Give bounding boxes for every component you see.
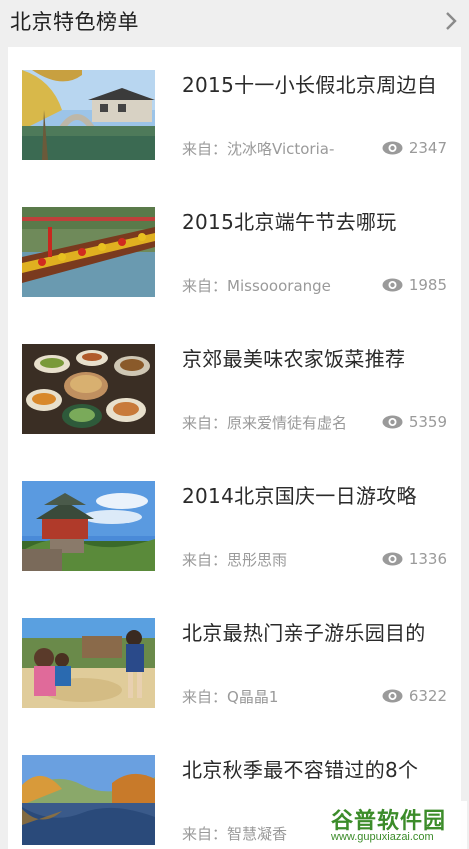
eye-icon [382,552,403,566]
author-name: Missooorange [227,277,331,295]
thumbnail-image [22,207,155,297]
item-source: 来自：Missooorange [182,277,331,295]
item-title: 2015十一小长假北京周边自 [182,73,438,97]
view-count-value: 5359 [408,413,447,431]
thumbnail-image [22,618,155,708]
chevron-right-icon[interactable] [443,10,459,32]
item-source: 来自：沈冰咯Victoria- [182,140,335,158]
thumbnail-image [22,344,155,434]
list-item[interactable]: 2015北京端午节去哪玩 来自：Missooorange 1985 [8,184,461,321]
section-title: 北京特色榜单 [10,10,139,34]
list-item[interactable]: 2015十一小长假北京周边自 来自：沈冰咯Victoria- 2347 [8,47,461,184]
view-count-value: 1336 [408,550,447,568]
item-title: 2014北京国庆一日游攻略 [182,484,417,508]
author-name: 原来爱情徒有虚名 [227,414,348,432]
eye-icon [382,415,403,429]
watermark-logo: 谷普软件园 www.gupuxiazai.com [327,801,467,849]
item-source: 来自：Q晶晶1 [182,688,279,706]
item-source: 来自：思彤思雨 [182,551,288,569]
author-name: 沈冰咯Victoria- [227,140,335,158]
thumbnail-image [22,481,155,571]
author-name: 思彤思雨 [227,551,288,569]
eye-icon [382,278,403,292]
list-item[interactable]: 京郊最美味农家饭菜推荐 来自：原来爱情徒有虚名 5359 [8,321,461,458]
author-name: Q晶晶1 [227,688,279,706]
view-count: 1985 [382,275,447,295]
item-title: 北京秋季最不容错过的8个 [182,758,419,782]
view-count-value: 2347 [408,139,447,157]
item-title: 京郊最美味农家饭菜推荐 [182,347,406,371]
eye-icon [382,689,403,703]
thumbnail-image [22,755,155,845]
view-count: 6322 [382,686,447,706]
section-header[interactable]: 北京特色榜单 [0,0,469,44]
view-count: 5359 [382,412,447,432]
thumbnail-image [22,70,155,160]
view-count-value: 1985 [408,276,447,294]
view-count: 2347 [382,138,447,158]
item-source: 来自：原来爱情徒有虚名 [182,414,348,432]
author-name: 智慧凝香 [227,825,288,843]
eye-icon [382,141,403,155]
item-title: 2015北京端午节去哪玩 [182,210,397,234]
watermark-url: www.gupuxiazai.com [331,831,434,843]
item-title: 北京最热门亲子游乐园目的 [182,621,426,645]
view-count: 1336 [382,549,447,569]
item-source: 来自：智慧凝香 [182,825,288,843]
list-item[interactable]: 北京最热门亲子游乐园目的 来自：Q晶晶1 6322 [8,595,461,732]
view-count-value: 6322 [408,687,447,705]
list-item[interactable]: 2014北京国庆一日游攻略 来自：思彤思雨 1336 [8,458,461,595]
